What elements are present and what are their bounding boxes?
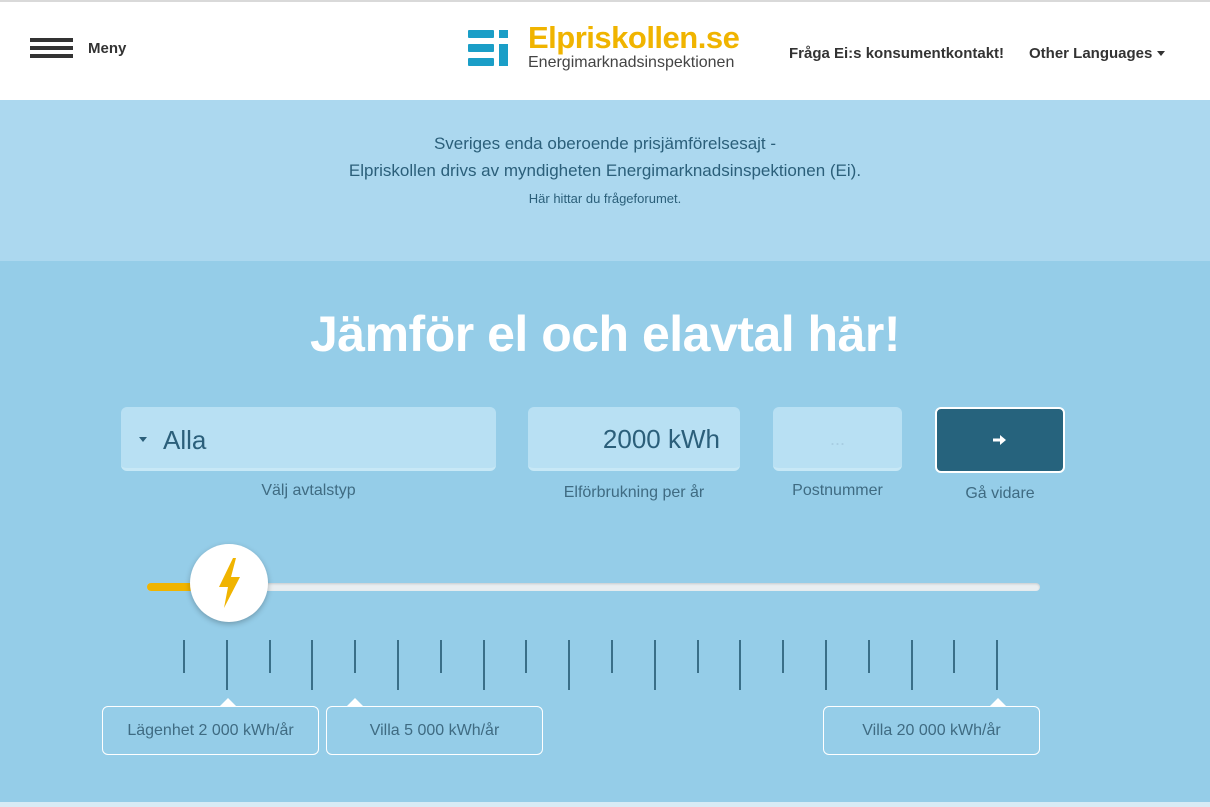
caret-down-icon [1157,51,1166,56]
page-title: Jämför el och elavtal här! [309,306,901,362]
preset-villa-5000[interactable]: Villa 5 000 kWh/år [326,698,543,755]
hamburger-icon [30,38,73,58]
slider-tick [440,640,442,673]
slider-tick [953,640,955,673]
other-languages-label: Other Languages [1029,45,1153,62]
site-logo[interactable]: Elpriskollen.se Energimarknadsinspektion… [468,20,740,72]
slider-tick [825,640,827,690]
forum-link[interactable]: Här hittar du frågeforumet. [0,191,1210,206]
arrow-right-icon [993,435,1006,445]
pointer-arrow-icon [219,698,237,707]
contract-type-value: Alla [163,425,207,455]
postcode-label: Postnummer [792,482,883,499]
caret-down-icon [139,437,147,442]
consumer-contact-link[interactable]: Fråga Ei:s konsumentkontakt! [789,45,1004,62]
slider-tick [868,640,870,673]
logo-title: Elpriskollen.se [528,20,740,55]
preset-apartment-2000[interactable]: Lägenhet 2 000 kWh/år [102,698,319,755]
slider-tick [311,640,313,690]
menu-label: Meny [88,39,127,57]
slider-tick [397,640,399,690]
slider-tick [226,640,228,690]
logo-subtitle: Energimarknadsinspektionen [528,54,735,71]
slider-tick [568,640,570,690]
slider-tick [611,640,613,673]
slider-tick [183,640,185,673]
intro-text-line1: Sveriges enda oberoende prisjämförelsesa… [433,134,777,153]
ei-logo-icon [468,24,512,70]
site-header: Meny Elpriskollen.se Energimarknadsinspe… [0,0,1210,100]
pointer-arrow-icon [346,698,364,707]
go-button-label: Gå vidare [965,485,1035,502]
slider-tick [911,640,913,690]
preset-label: Villa 20 000 kWh/år [862,721,1001,739]
slider-tick [269,640,271,673]
other-languages-dropdown[interactable]: Other Languages [1029,45,1166,62]
slider-tick [697,640,699,673]
slider-tick [782,640,784,673]
postcode-field [773,407,902,471]
consumption-field [528,407,740,471]
slider-tick [483,640,485,690]
consumption-label: Elförbrukning per år [563,484,705,501]
menu-button[interactable]: Meny [30,38,126,58]
consumption-input[interactable] [528,407,740,471]
intro-text-line2: Elpriskollen drivs av myndigheten Energi… [348,161,862,180]
consumption-slider-handle[interactable] [190,544,268,622]
contract-type-select[interactable]: Alla [121,407,496,471]
page-divider [0,802,1210,807]
slider-tick [654,640,656,690]
slider-tick [739,640,741,690]
preset-label: Villa 5 000 kWh/år [369,721,500,739]
slider-tick [996,640,998,690]
slider-tick [525,640,527,673]
pointer-arrow-icon [989,698,1007,707]
preset-villa-20000[interactable]: Villa 20 000 kWh/år [823,698,1040,755]
preset-label: Lägenhet 2 000 kWh/år [127,721,294,739]
postcode-input[interactable] [773,407,902,471]
intro-band: Sveriges enda oberoende prisjämförelsesa… [0,100,1210,261]
contract-type-label: Välj avtalstyp [261,482,356,499]
go-button[interactable] [935,407,1065,473]
slider-tick [354,640,356,673]
lightning-icon [219,558,240,608]
consumption-slider-track[interactable] [147,583,1040,591]
